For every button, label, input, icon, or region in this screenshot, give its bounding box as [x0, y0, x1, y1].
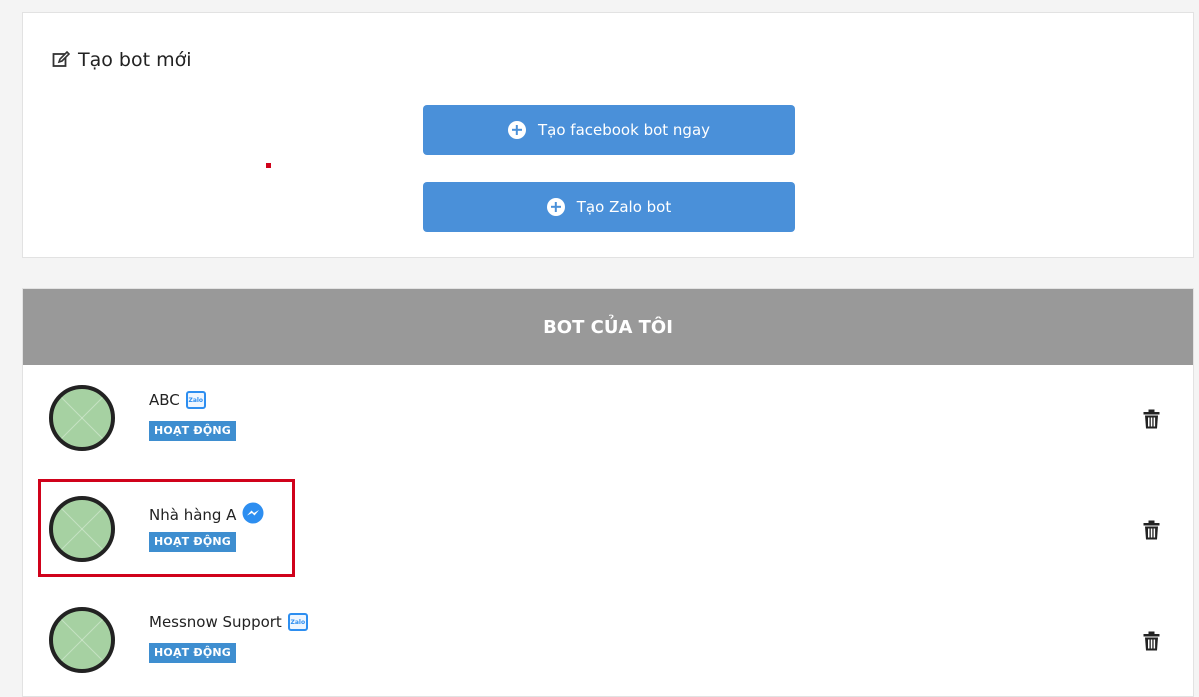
bot-list-item[interactable]: ABC Zalo HOẠT ĐỘNG: [23, 371, 1193, 471]
create-bot-heading: Tạo bot mới: [52, 49, 192, 71]
my-bots-header: BOT CỦA TÔI: [23, 289, 1193, 365]
zalo-icon: Zalo: [185, 391, 206, 409]
bot-name-line: ABC Zalo: [149, 391, 206, 409]
create-bot-card: Tạo bot mới Tạo facebook bot ngay Tạo Za…: [22, 12, 1194, 258]
trash-icon[interactable]: [1143, 409, 1160, 433]
bot-list-item[interactable]: Messnow Support Zalo HOẠT ĐỘNG: [23, 593, 1193, 693]
bot-avatar: [49, 607, 115, 673]
trash-icon[interactable]: [1143, 631, 1160, 655]
status-badge: HOẠT ĐỘNG: [149, 643, 237, 663]
create-facebook-bot-label: Tạo facebook bot ngay: [537, 121, 711, 139]
create-facebook-bot-button[interactable]: Tạo facebook bot ngay: [423, 105, 795, 155]
plus-circle-icon: [507, 121, 526, 139]
create-zalo-bot-button[interactable]: Tạo Zalo bot: [423, 182, 795, 232]
status-badge: HOẠT ĐỘNG: [149, 421, 237, 441]
edit-icon: [52, 51, 70, 69]
bot-name: Messnow Support: [149, 613, 282, 631]
bot-avatar: [49, 385, 115, 451]
bot-name-line: Messnow Support Zalo: [149, 613, 308, 631]
plus-circle-icon: [546, 198, 565, 216]
create-zalo-bot-label: Tạo Zalo bot: [576, 198, 672, 216]
highlight-annotation: [38, 479, 295, 577]
create-bot-title: Tạo bot mới: [78, 49, 192, 71]
zalo-icon: Zalo: [287, 613, 308, 631]
red-marker: [266, 163, 271, 168]
bot-name: ABC: [149, 391, 180, 409]
trash-icon[interactable]: [1143, 520, 1160, 544]
